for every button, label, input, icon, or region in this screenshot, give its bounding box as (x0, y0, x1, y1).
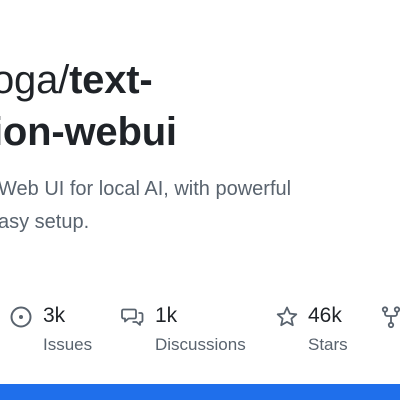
repo-name-line1[interactable]: text- (69, 58, 153, 102)
stat-stars-count: 46k (308, 304, 342, 327)
issue-circle-icon (10, 306, 32, 328)
stat-discussions-label: Discussions (155, 335, 246, 354)
repo-name-line2[interactable]: ion-webui (0, 110, 177, 154)
repo-owner[interactable]: oga (0, 58, 58, 102)
description-line-1: Web UI for local AI, with powerful (0, 178, 292, 200)
stat-issues-label: Issues (43, 335, 93, 354)
description-line-2: asy setup. (0, 211, 90, 233)
star-icon (276, 306, 298, 327)
repo-description: Web UI for local AI, with powerful asy s… (0, 173, 291, 239)
discussion-bubbles-icon (121, 308, 144, 326)
bottom-accent-bar (0, 384, 400, 400)
stat-stars-label: Stars (308, 335, 348, 354)
fork-icon (381, 306, 400, 329)
stat-issues-count: 3k (43, 304, 66, 327)
repo-separator: / (58, 58, 70, 102)
stat-discussions-count: 1k (155, 304, 178, 327)
repo-title[interactable]: oga/text- ion-webui (0, 54, 177, 158)
